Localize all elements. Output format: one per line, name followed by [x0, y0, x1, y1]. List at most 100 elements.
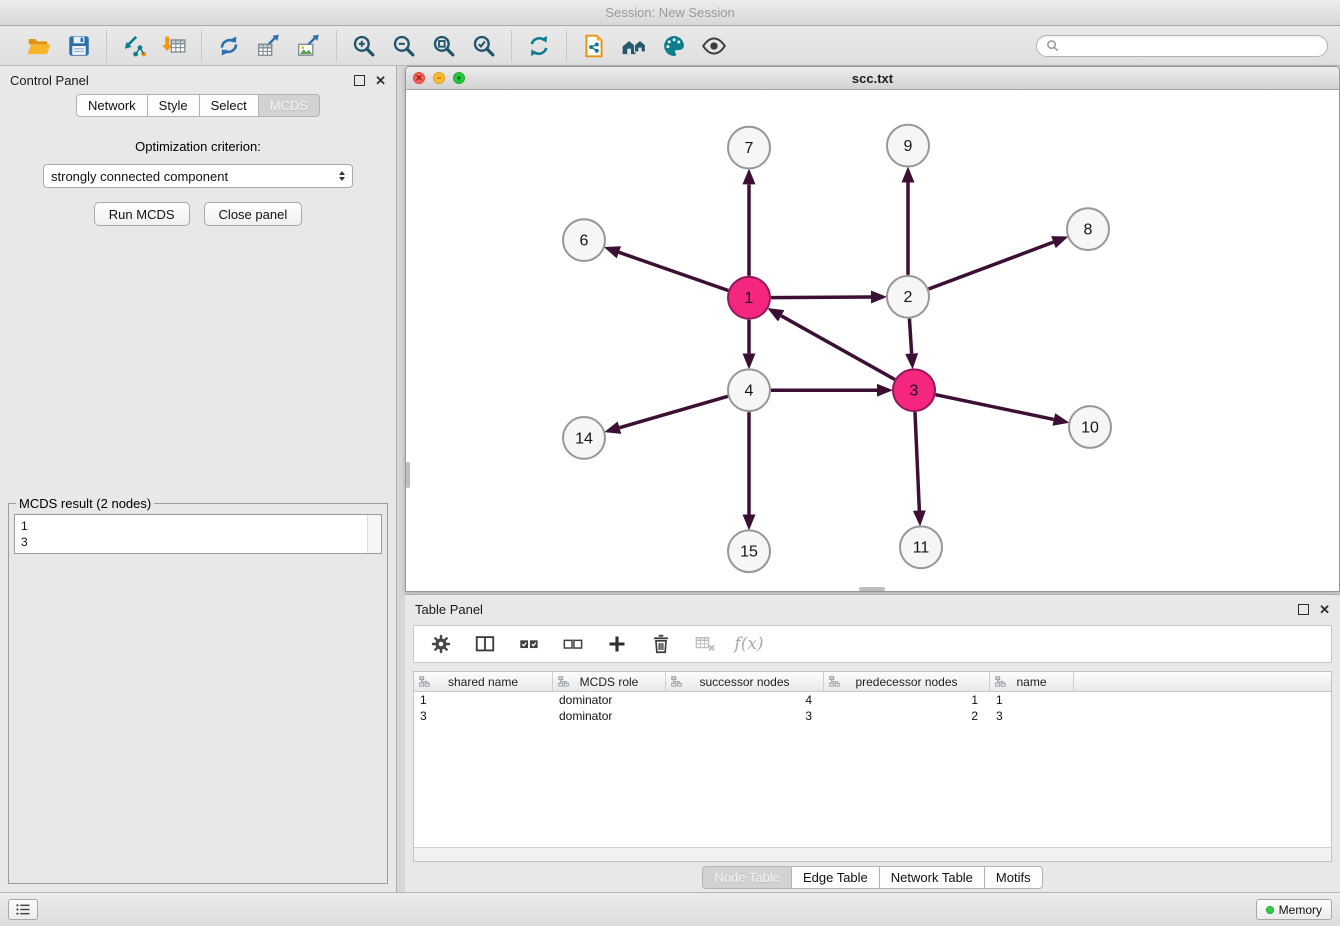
column-header-mcds-role[interactable]: MCDS role	[553, 672, 666, 691]
table-row[interactable]: 1dominator411	[414, 692, 1331, 708]
close-window-icon[interactable]: ✕	[413, 72, 425, 84]
graph-edge-2-3[interactable]	[909, 319, 911, 354]
style-brush-icon	[661, 33, 687, 59]
graph-node-8[interactable]: 8	[1067, 208, 1109, 250]
memory-button[interactable]: Memory	[1256, 899, 1332, 920]
cell-mcds-role[interactable]: dominator	[553, 708, 666, 724]
run-mcds-button[interactable]: Run MCDS	[94, 202, 190, 226]
tab-mcds[interactable]: MCDS	[258, 94, 320, 117]
network-file-button[interactable]	[576, 30, 612, 62]
column-header-predecessor-nodes[interactable]: predecessor nodes	[824, 672, 990, 691]
column-header-successor-nodes[interactable]: successor nodes	[666, 672, 824, 691]
export-image-button[interactable]	[291, 30, 327, 62]
graph-node-4[interactable]: 4	[728, 369, 770, 411]
status-menu-button[interactable]	[8, 899, 38, 920]
network-window-titlebar: ✕ − + scc.txt	[406, 67, 1339, 90]
cell-predecessor-nodes[interactable]: 1	[824, 692, 990, 708]
import-table-button[interactable]	[156, 30, 192, 62]
mcds-result-area[interactable]: 13	[14, 514, 382, 554]
zoom-fit-button[interactable]	[426, 30, 462, 62]
open-session-button[interactable]	[21, 30, 57, 62]
graph-edge-4-14[interactable]	[620, 396, 728, 427]
tab-style[interactable]: Style	[147, 94, 200, 117]
export-table-button[interactable]	[251, 30, 287, 62]
table-horizontal-scrollbar[interactable]	[414, 847, 1331, 861]
column-layout-button[interactable]	[470, 629, 500, 659]
deselect-all-rows-icon	[562, 633, 584, 655]
window-titlebar: Session: New Session	[0, 0, 1340, 26]
graph-node-7[interactable]: 7	[728, 127, 770, 169]
add-row-button[interactable]	[602, 629, 632, 659]
zoom-selected-button[interactable]	[466, 30, 502, 62]
table-panel-float-icon[interactable]	[1298, 604, 1309, 615]
graph-node-15[interactable]: 15	[728, 530, 770, 572]
control-panel-float-icon[interactable]	[354, 75, 365, 86]
cell-name[interactable]: 1	[990, 692, 1074, 708]
close-panel-button[interactable]: Close panel	[204, 202, 303, 226]
style-brush-button[interactable]	[656, 30, 692, 62]
cell-successor-nodes[interactable]: 3	[666, 708, 824, 724]
graph-node-11[interactable]: 11	[900, 526, 942, 568]
result-scrollbar[interactable]	[367, 515, 381, 553]
import-network-button[interactable]	[116, 30, 152, 62]
eye-button[interactable]	[696, 30, 732, 62]
deselect-all-rows-button[interactable]	[558, 629, 588, 659]
delete-row-button[interactable]	[646, 629, 676, 659]
graph-edge-3-11[interactable]	[915, 412, 919, 510]
horizontal-scrollbar-thumb[interactable]	[859, 587, 885, 591]
home-button[interactable]	[616, 30, 652, 62]
network-window-title: scc.txt	[406, 71, 1339, 86]
column-header-label: successor nodes	[699, 675, 789, 689]
cell-name[interactable]: 3	[990, 708, 1074, 724]
graph-edge-1-2[interactable]	[771, 297, 871, 298]
table-panel-close-icon[interactable]: ✕	[1319, 603, 1330, 616]
table-panel-tabbar: Node TableEdge TableNetwork TableMotifs	[405, 862, 1340, 892]
graph-node-2[interactable]: 2	[887, 276, 929, 318]
zoom-in-button[interactable]	[346, 30, 382, 62]
graph-edge-1-6[interactable]	[619, 252, 728, 290]
graph-edge-3-10[interactable]	[936, 395, 1054, 420]
select-all-rows-button[interactable]	[514, 629, 544, 659]
sort-tree-icon	[558, 676, 569, 687]
cell-successor-nodes[interactable]: 4	[666, 692, 824, 708]
tab-network[interactable]: Network	[76, 94, 148, 117]
vertical-scrollbar-thumb[interactable]	[406, 462, 410, 488]
maximize-window-icon[interactable]: +	[453, 72, 465, 84]
main-toolbar	[0, 26, 1340, 66]
tab-node-table[interactable]: Node Table	[702, 866, 792, 889]
graph-edge-2-8[interactable]	[929, 242, 1054, 289]
minimize-window-icon[interactable]: −	[433, 72, 445, 84]
graph-node-9[interactable]: 9	[887, 125, 929, 167]
export-network-button[interactable]	[211, 30, 247, 62]
graph-node-10[interactable]: 10	[1069, 406, 1111, 448]
graph-node-14[interactable]: 14	[563, 417, 605, 459]
tab-edge-table[interactable]: Edge Table	[791, 866, 880, 889]
result-line: 1	[21, 518, 365, 534]
tab-motifs[interactable]: Motifs	[984, 866, 1043, 889]
cell-mcds-role[interactable]: dominator	[553, 692, 666, 708]
cell-shared-name[interactable]: 3	[414, 708, 553, 724]
network-canvas[interactable]: 1 2 3 4 6 7 8 9 10 11 14 15	[406, 90, 1339, 591]
column-header-shared-name[interactable]: shared name	[414, 672, 553, 691]
settings-gear-button[interactable]	[426, 629, 456, 659]
optimization-select[interactable]: strongly connected component	[43, 164, 353, 188]
table-panel-title: Table Panel	[415, 602, 483, 617]
save-session-button[interactable]	[61, 30, 97, 62]
graph-node-6[interactable]: 6	[563, 219, 605, 261]
control-panel-close-icon[interactable]: ✕	[375, 74, 386, 87]
search-input[interactable]	[1064, 37, 1318, 54]
tab-select[interactable]: Select	[199, 94, 259, 117]
graph-edge-3-1[interactable]	[781, 316, 895, 380]
zoom-out-button[interactable]	[386, 30, 422, 62]
tab-network-table[interactable]: Network Table	[879, 866, 985, 889]
graph-node-1[interactable]: 1	[728, 277, 770, 319]
cell-shared-name[interactable]: 1	[414, 692, 553, 708]
table-row[interactable]: 3dominator323	[414, 708, 1331, 724]
search-box[interactable]	[1036, 35, 1328, 57]
cell-predecessor-nodes[interactable]: 2	[824, 708, 990, 724]
select-all-rows-icon	[518, 633, 540, 655]
refresh-button[interactable]	[521, 30, 557, 62]
graph-node-label: 2	[904, 289, 913, 306]
graph-node-3[interactable]: 3	[893, 369, 935, 411]
column-header-name[interactable]: name	[990, 672, 1074, 691]
